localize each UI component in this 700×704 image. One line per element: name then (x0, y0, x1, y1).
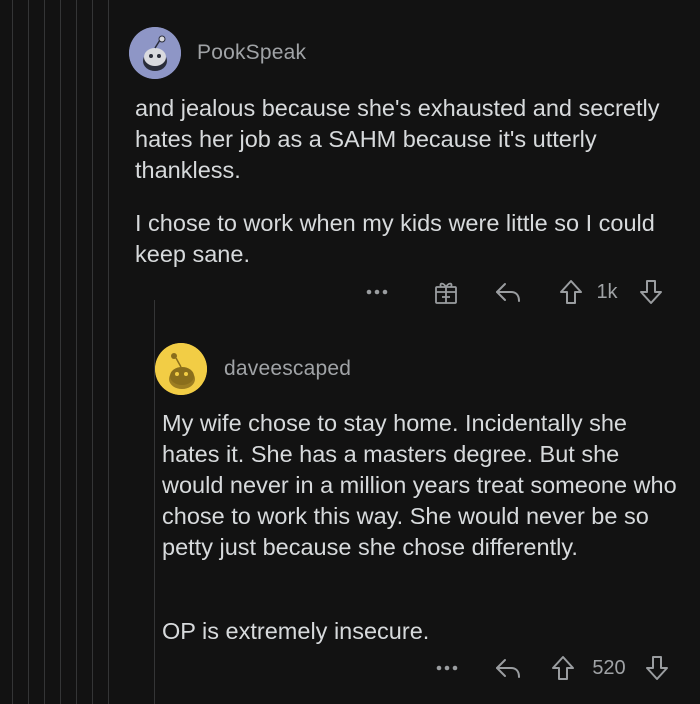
comment-actions: 520 (420, 651, 690, 685)
comment-paragraph: My wife chose to stay home. Incidentally… (162, 410, 677, 560)
comment-daveescaped: daveescaped My wife chose to stay home. … (0, 0, 700, 704)
avatar[interactable] (155, 343, 207, 395)
snoo-avatar-icon (155, 343, 207, 395)
reply-icon[interactable] (494, 651, 522, 685)
downvote-icon[interactable] (644, 651, 670, 685)
username[interactable]: daveescaped (224, 357, 351, 381)
score: 520 (592, 656, 626, 679)
more-icon[interactable] (434, 651, 460, 685)
upvote-icon[interactable] (550, 651, 576, 685)
comment-paragraph: OP is extremely insecure. (162, 618, 430, 644)
